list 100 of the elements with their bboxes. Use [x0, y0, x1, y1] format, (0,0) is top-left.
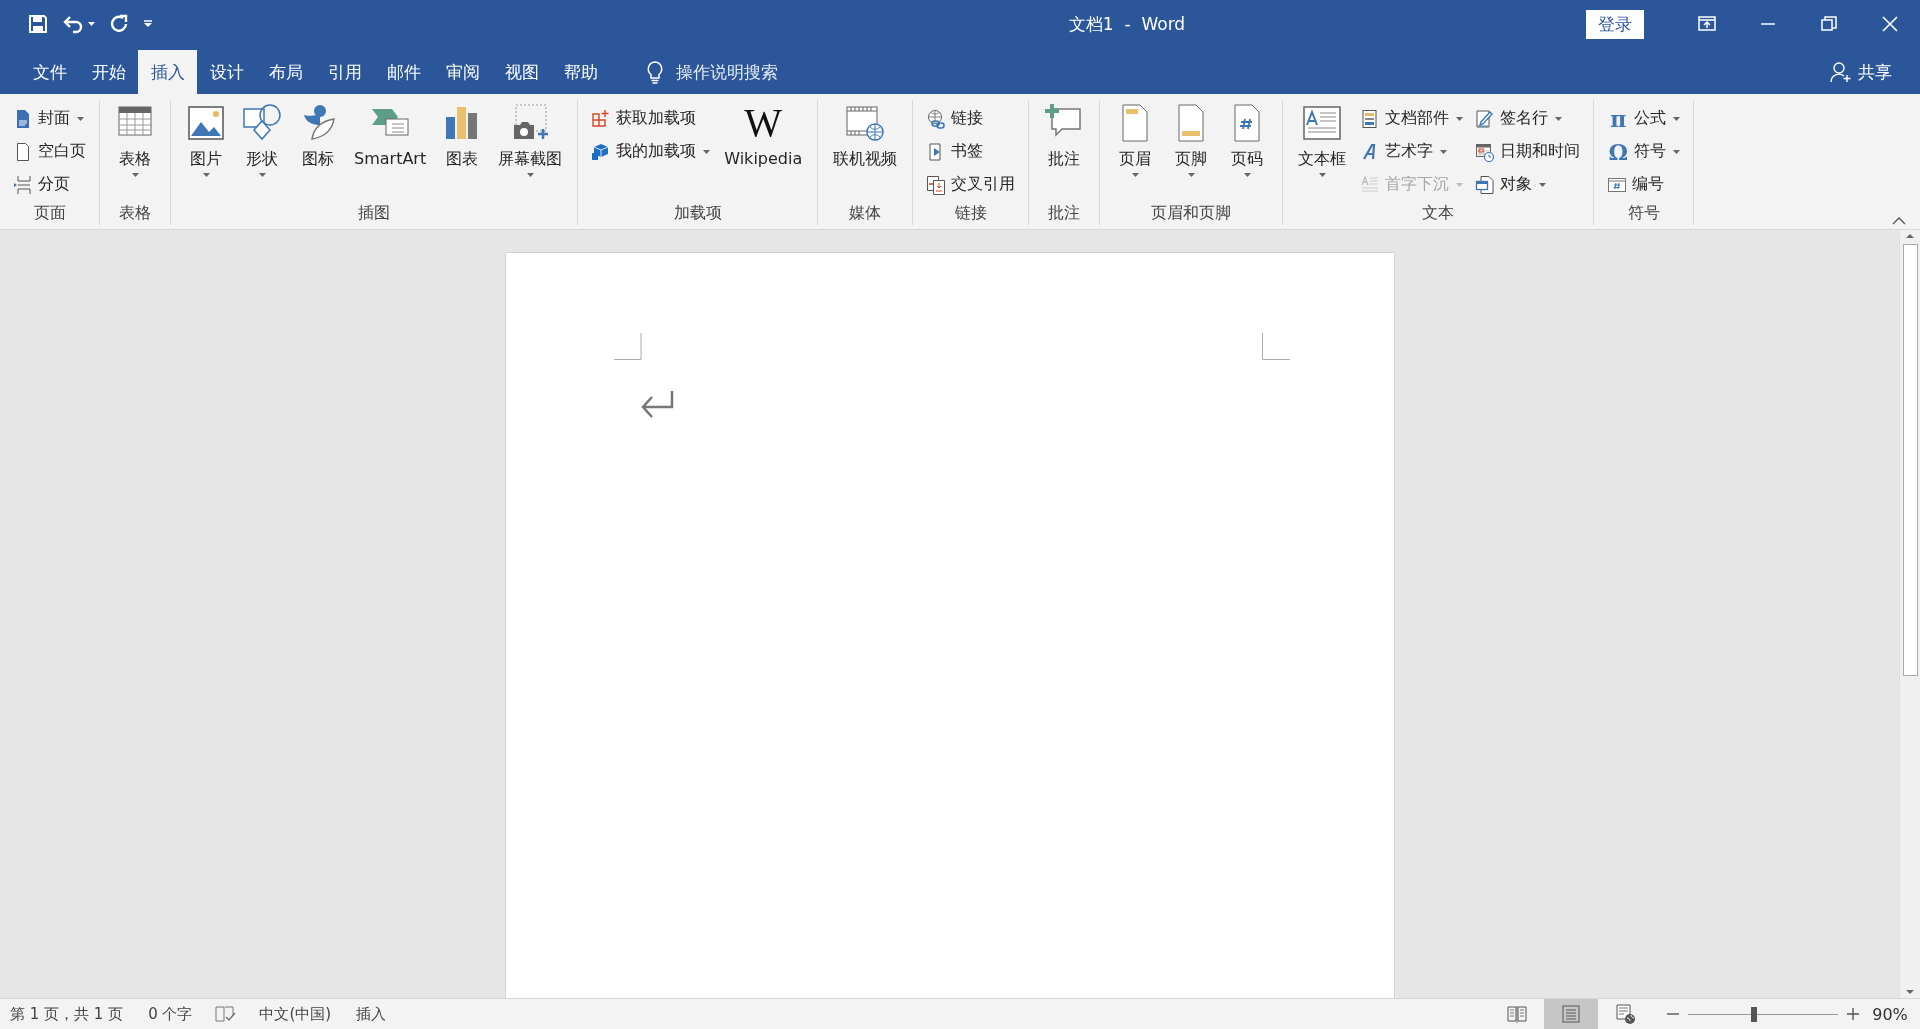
- caret-icon: [526, 173, 534, 177]
- ribbon-tab[interactable]: 设计: [197, 50, 256, 94]
- ribbon-tab[interactable]: 视图: [492, 50, 551, 94]
- read-mode-icon: [1506, 1003, 1528, 1025]
- group-label: 符号: [1626, 202, 1661, 224]
- proofing-icon[interactable]: [215, 1005, 238, 1023]
- ribbon-button[interactable]: SmartArt: [346, 100, 435, 169]
- group-label: 插图: [357, 202, 392, 224]
- undo-icon[interactable]: [62, 14, 84, 34]
- ribbon-button[interactable]: 我的加载项: [585, 135, 717, 168]
- caret-icon: [1440, 149, 1448, 154]
- group-label: 媒体: [848, 202, 883, 224]
- symbol-glyph-icon: Ω: [1607, 140, 1630, 163]
- redo-icon[interactable]: [109, 14, 129, 34]
- lightbulb-icon: [646, 60, 664, 84]
- ribbon-button[interactable]: 图表: [434, 100, 491, 169]
- ribbon-button[interactable]: 页脚: [1163, 100, 1220, 177]
- ribbon-button[interactable]: 封面: [7, 102, 92, 135]
- ribbon-tab[interactable]: 审阅: [433, 50, 492, 94]
- sign-in-button[interactable]: 登录: [1586, 9, 1644, 39]
- ribbon-tab[interactable]: 邮件: [374, 50, 433, 94]
- ribbon-button[interactable]: 分页: [7, 168, 92, 201]
- ribbon-button[interactable]: 页码: [1219, 100, 1276, 177]
- caret-icon: [1456, 182, 1464, 187]
- ribbon-tab[interactable]: 引用: [315, 50, 374, 94]
- caret-icon: [1539, 182, 1547, 187]
- ribbon-button[interactable]: Ω 符号: [1601, 135, 1687, 168]
- ribbon-display-options-icon[interactable]: [1697, 15, 1716, 33]
- group-label: 链接: [953, 202, 988, 224]
- logo-glyph-icon: W: [744, 103, 783, 143]
- ribbon-tab[interactable]: 插入: [138, 50, 197, 94]
- language-indicator[interactable]: 中文(中国): [249, 1004, 347, 1024]
- ribbon-button[interactable]: 日期和时间: [1469, 135, 1587, 168]
- ribbon-tab[interactable]: 布局: [256, 50, 315, 94]
- ribbon-button[interactable]: 编号: [1601, 168, 1687, 201]
- window-title: 文档1 - Word: [1067, 12, 1187, 36]
- close-icon[interactable]: [1880, 15, 1899, 33]
- caret-icon: [258, 173, 266, 177]
- caret-icon: [1187, 173, 1195, 177]
- symbol-glyph-icon: π: [1607, 107, 1630, 130]
- ribbon-tab[interactable]: 文件: [20, 50, 79, 94]
- ribbon-button[interactable]: 链接: [920, 102, 1022, 135]
- restore-icon[interactable]: [1819, 15, 1838, 33]
- caret-icon: [88, 22, 95, 26]
- page-break-icon: [13, 174, 33, 195]
- ribbon-tab[interactable]: 开始: [79, 50, 138, 94]
- scrollbar-thumb[interactable]: [1902, 244, 1918, 676]
- ribbon-button[interactable]: 批注: [1036, 100, 1093, 169]
- object-window-icon: [1475, 174, 1496, 195]
- ribbon-button[interactable]: 书签: [920, 135, 1022, 168]
- save-icon[interactable]: [28, 14, 48, 34]
- tell-me-search-field[interactable]: 操作说明搜索: [676, 60, 778, 84]
- edit-mode-indicator[interactable]: 插入: [346, 1004, 402, 1024]
- caret-icon: [1131, 173, 1139, 177]
- person-add-icon: [1830, 61, 1852, 83]
- caret-icon: [1456, 116, 1464, 121]
- caret-icon: [1318, 173, 1326, 177]
- group-label: 页眉和页脚: [1150, 202, 1233, 224]
- ribbon-button[interactable]: 形状: [234, 100, 290, 177]
- page-count[interactable]: 第 1 页，共 1 页: [0, 1004, 139, 1024]
- ribbon-button[interactable]: π 公式: [1601, 102, 1687, 135]
- caret-icon: [202, 173, 210, 177]
- caret-icon: [131, 173, 139, 177]
- ribbon-button[interactable]: 获取加载项: [585, 102, 717, 135]
- web-layout-icon: [1614, 1003, 1636, 1025]
- ribbon-button[interactable]: W Wikipedia: [716, 100, 811, 169]
- margin-corner-mark: [1261, 333, 1290, 360]
- caret-icon: [1243, 173, 1251, 177]
- group-label: 页面: [32, 202, 67, 224]
- ribbon-button[interactable]: 对象: [1469, 168, 1587, 201]
- ribbon-button[interactable]: 文档部件: [1354, 102, 1470, 135]
- customize-toolbar-icon[interactable]: [143, 20, 153, 28]
- group-label: 加载项: [672, 202, 723, 224]
- share-button[interactable]: 共享: [1858, 60, 1892, 84]
- caret-icon: [1673, 149, 1681, 154]
- ribbon-button[interactable]: 表格: [107, 100, 163, 177]
- ribbon-button[interactable]: 文本框: [1290, 100, 1355, 177]
- caret-icon: [1673, 116, 1681, 121]
- add-ins-store-icon: [591, 108, 612, 129]
- collapse-ribbon-icon[interactable]: [1892, 217, 1906, 225]
- ribbon-button[interactable]: 图标: [290, 100, 346, 169]
- ribbon-button[interactable]: 签名行: [1469, 102, 1587, 135]
- text-box-icon: [1302, 103, 1343, 143]
- zoom-in-icon[interactable]: [1846, 1007, 1860, 1021]
- ribbon-button[interactable]: 页眉: [1107, 100, 1164, 177]
- ribbon-button[interactable]: 屏幕截图: [490, 100, 571, 177]
- drop-cap-icon: [1360, 174, 1381, 195]
- ribbon-button[interactable]: 交叉引用: [920, 168, 1022, 201]
- caret-icon: [77, 116, 84, 121]
- shapes-icon: [242, 103, 282, 143]
- ribbon-button[interactable]: 图片: [178, 100, 234, 177]
- video-globe-icon: [845, 103, 886, 143]
- ribbon-button[interactable]: 空白页: [7, 135, 92, 168]
- zoom-level[interactable]: 90%: [1860, 1004, 1920, 1024]
- slider-thumb[interactable]: [1751, 1006, 1757, 1022]
- ribbon-button[interactable]: 联机视频: [825, 100, 906, 169]
- ribbon-tab[interactable]: 帮助: [551, 50, 610, 94]
- word-count[interactable]: 0 个字: [138, 1004, 208, 1024]
- ribbon-button[interactable]: 艺术字: [1354, 135, 1470, 168]
- group-label: 文本: [1421, 202, 1456, 224]
